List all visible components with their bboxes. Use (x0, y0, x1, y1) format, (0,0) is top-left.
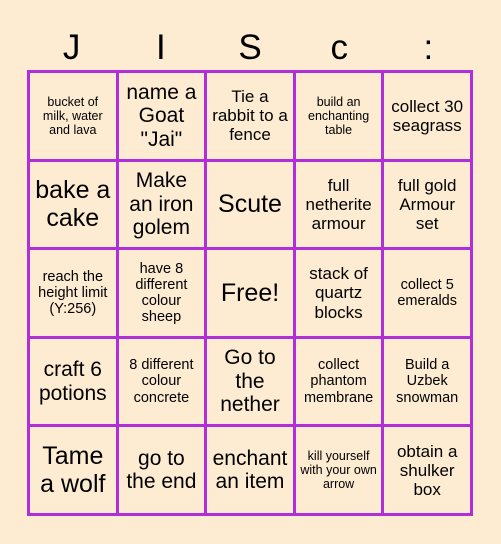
bingo-header-row: J I S c : (27, 24, 473, 70)
bingo-card: J I S c : bucket of milk, water and lava… (0, 0, 501, 544)
bingo-cell[interactable]: name a Goat "Jai" (118, 73, 205, 159)
bingo-cell[interactable]: Scute (207, 161, 293, 248)
bingo-cell[interactable]: Build a Uzbek snowman (384, 338, 470, 425)
bingo-cell-label: 8 different colour concrete (129, 357, 194, 406)
bingo-cell[interactable]: collect 30 seagrass (384, 73, 470, 159)
bingo-cell[interactable]: Tie a rabbit to a fence (207, 73, 293, 159)
header-letter-1: J (62, 27, 81, 67)
bingo-cell-label: have 8 different colour sheep (135, 260, 188, 326)
bingo-cell[interactable]: kill yourself with your own arrow (295, 427, 382, 513)
header-letter-3: S (238, 27, 262, 67)
bingo-cell[interactable]: have 8 different colour sheep (118, 250, 205, 336)
bingo-cell-label: collect phantom membrane (303, 357, 374, 406)
header-letter-2: I (155, 27, 166, 67)
bingo-cell-label: bake a cake (35, 176, 111, 233)
bingo-cell-label: collect 30 seagrass (391, 96, 464, 135)
bingo-cell-label: Build a Uzbek snowman (396, 357, 459, 406)
bingo-cell[interactable]: Go to the nether (207, 338, 293, 425)
bingo-cell[interactable]: craft 6 potions (30, 338, 116, 425)
header-letter-5: : (423, 27, 434, 67)
bingo-cell-label: bucket of milk, water and lava (42, 94, 103, 137)
bingo-cell[interactable]: collect 5 emeralds (384, 250, 470, 336)
bingo-grid: bucket of milk, water and lava name a Goa… (27, 70, 473, 516)
bingo-cell-label: full gold Armour set (397, 175, 457, 233)
bingo-cell[interactable]: full netherite armour (295, 161, 382, 248)
header-letter-4: c (330, 27, 348, 67)
bingo-cell-label: kill yourself with your own arrow (300, 449, 377, 492)
bingo-cell-label: reach the height limit (Y:256) (38, 268, 108, 318)
bingo-cell[interactable]: obtain a shulker box (384, 427, 470, 513)
bingo-cell[interactable]: 8 different colour concrete (118, 338, 205, 425)
bingo-cell-label: build an enchanting table (308, 94, 370, 137)
bingo-cell-label: craft 6 potions (38, 358, 107, 405)
bingo-cell-label: Tame a wolf (40, 442, 106, 499)
bingo-cell[interactable]: Make an iron golem (118, 161, 205, 248)
bingo-cell-label: enchant an item (212, 446, 288, 494)
bingo-cell-label: obtain a shulker box (396, 441, 458, 499)
bingo-cell-label: Free! (220, 278, 280, 307)
bingo-cell-label: Scute (218, 190, 282, 219)
bingo-cell-label: Tie a rabbit to a fence (212, 87, 288, 145)
bingo-cell-label: Go to the nether (220, 346, 280, 417)
bingo-cell[interactable]: collect phantom membrane (295, 338, 382, 425)
bingo-cell-label: Make an iron golem (129, 169, 194, 240)
bingo-cell[interactable]: build an enchanting table (295, 73, 382, 159)
bingo-cell[interactable]: bake a cake (30, 161, 116, 248)
bingo-cell[interactable]: Tame a wolf (30, 427, 116, 513)
bingo-cell[interactable]: bucket of milk, water and lava (30, 73, 116, 159)
bingo-cell[interactable]: full gold Armour set (384, 161, 470, 248)
bingo-cell[interactable]: stack of quartz blocks (295, 250, 382, 336)
bingo-cell-label: go to the end (126, 446, 197, 494)
bingo-cell[interactable]: Free! (207, 250, 293, 336)
bingo-cell-label: name a Goat "Jai" (126, 80, 197, 151)
bingo-cell[interactable]: reach the height limit (Y:256) (30, 250, 116, 336)
bingo-cell[interactable]: enchant an item (207, 427, 293, 513)
bingo-cell-label: stack of quartz blocks (309, 264, 368, 322)
bingo-cell-label: full netherite armour (305, 175, 372, 233)
bingo-cell-label: collect 5 emeralds (397, 276, 457, 309)
bingo-cell[interactable]: go to the end (118, 427, 205, 513)
